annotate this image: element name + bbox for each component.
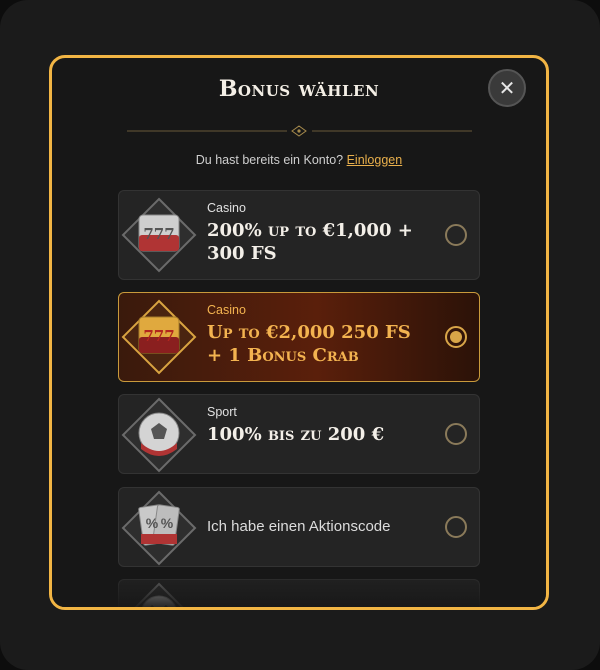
bonus-option-no-bonus[interactable] bbox=[118, 579, 480, 610]
option-radio-checked[interactable] bbox=[445, 326, 467, 348]
option-offer: 100% bis zu 200 € bbox=[207, 424, 385, 445]
title-divider bbox=[127, 125, 472, 137]
svg-text:777: 777 bbox=[143, 225, 174, 243]
bonus-option-casino-2[interactable]: 777 Casino Up to €2,000 250 FS + 1 Bonus… bbox=[118, 292, 480, 382]
close-button[interactable]: ✕ bbox=[488, 69, 526, 107]
login-prompt-line: Du hast bereits ein Konto? Einloggen bbox=[52, 153, 546, 167]
option-category: Casino bbox=[207, 201, 246, 215]
login-prompt-text: Du hast bereits ein Konto? bbox=[195, 153, 344, 167]
svg-text:777: 777 bbox=[143, 327, 174, 345]
svg-text:%: % bbox=[146, 515, 159, 531]
modal-title: Bonus wählen bbox=[218, 76, 380, 102]
option-category: Sport bbox=[207, 405, 237, 419]
bonus-option-promo-code[interactable]: % % Ich habe einen Aktionscode bbox=[118, 487, 480, 567]
bonus-option-sport[interactable]: Sport 100% bis zu 200 € bbox=[118, 394, 480, 474]
option-radio[interactable] bbox=[445, 516, 467, 538]
percent-cards-icon: % % bbox=[121, 490, 197, 566]
option-radio[interactable] bbox=[445, 423, 467, 445]
bonus-option-casino-1[interactable]: 777 Casino 200% up to €1,000 + 300 FS bbox=[118, 190, 480, 280]
option-offer: Up to €2,000 250 FS + 1 Bonus Crab bbox=[207, 322, 411, 366]
option-radio[interactable] bbox=[445, 608, 467, 610]
slot-777-gold-icon: 777 bbox=[121, 299, 197, 375]
soccer-ball-icon bbox=[121, 397, 197, 473]
option-radio[interactable] bbox=[445, 224, 467, 246]
login-link[interactable]: Einloggen bbox=[347, 153, 403, 167]
option-offer: 200% up to €1,000 + 300 FS bbox=[207, 220, 413, 264]
bonus-modal: Bonus wählen ✕ Du hast bereits ein Konto… bbox=[49, 55, 549, 610]
option-offer: Ich habe einen Aktionscode bbox=[207, 518, 391, 535]
no-bonus-icon bbox=[134, 582, 184, 607]
close-icon: ✕ bbox=[498, 77, 516, 100]
option-category: Casino bbox=[207, 303, 246, 317]
svg-text:%: % bbox=[161, 515, 174, 531]
slot-777-icon: 777 bbox=[121, 197, 197, 273]
